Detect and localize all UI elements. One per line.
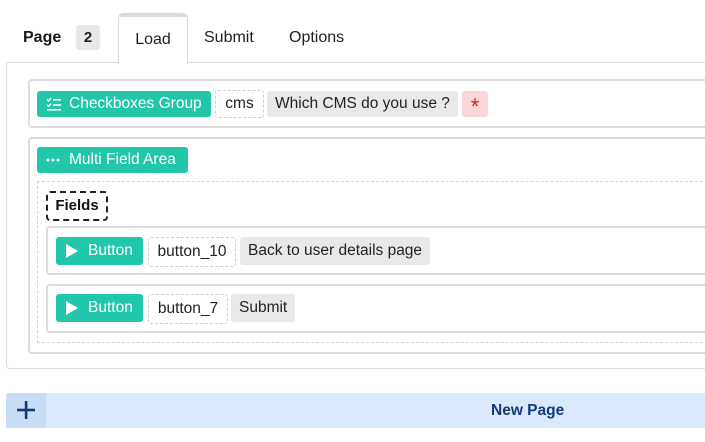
new-page-label: New Page — [491, 402, 565, 419]
new-page-button[interactable]: New Page — [6, 393, 705, 428]
field-name-chip: cms — [215, 90, 264, 118]
button-type-label-2: Button — [88, 299, 133, 316]
page-label: Page — [23, 29, 62, 46]
page-tabs-bar: Page 2 Load Submit Options — [0, 0, 705, 64]
tab-submit[interactable]: Submit — [204, 29, 254, 47]
multi-field-area-badge[interactable]: Multi Field Area — [37, 147, 188, 173]
checkboxes-group-badge[interactable]: Checkboxes Group — [37, 91, 211, 117]
button-type-badge-2[interactable]: Button — [56, 294, 143, 322]
tab-load[interactable]: Load — [118, 13, 188, 64]
page-number-badge: 2 — [76, 25, 100, 50]
checklist-icon — [46, 91, 61, 117]
multi-field-area-label: Multi Field Area — [69, 151, 176, 168]
button-row-2[interactable] — [46, 284, 705, 333]
field-question-chip: Which CMS do you use ? — [267, 91, 458, 117]
tab-load-label: Load — [135, 31, 171, 48]
button-type-label-1: Button — [88, 242, 133, 259]
button-text-chip-1: Back to user details page — [240, 237, 431, 265]
checkboxes-group-label: Checkboxes Group — [69, 95, 202, 112]
button-name-chip-2: button_7 — [148, 294, 228, 324]
button-name-chip-1: button_10 — [148, 237, 236, 267]
required-indicator: * — [462, 91, 488, 119]
button-type-badge-1[interactable]: Button — [56, 237, 143, 265]
fields-label: Fields — [46, 191, 108, 221]
tab-active-indicator — [119, 14, 187, 17]
add-page-box[interactable] — [6, 393, 46, 428]
play-icon — [66, 237, 78, 265]
plus-icon — [16, 400, 36, 425]
dots-icon — [46, 147, 60, 173]
button-text-chip-2: Submit — [231, 294, 296, 322]
play-icon — [66, 294, 78, 322]
tab-options[interactable]: Options — [289, 29, 344, 47]
